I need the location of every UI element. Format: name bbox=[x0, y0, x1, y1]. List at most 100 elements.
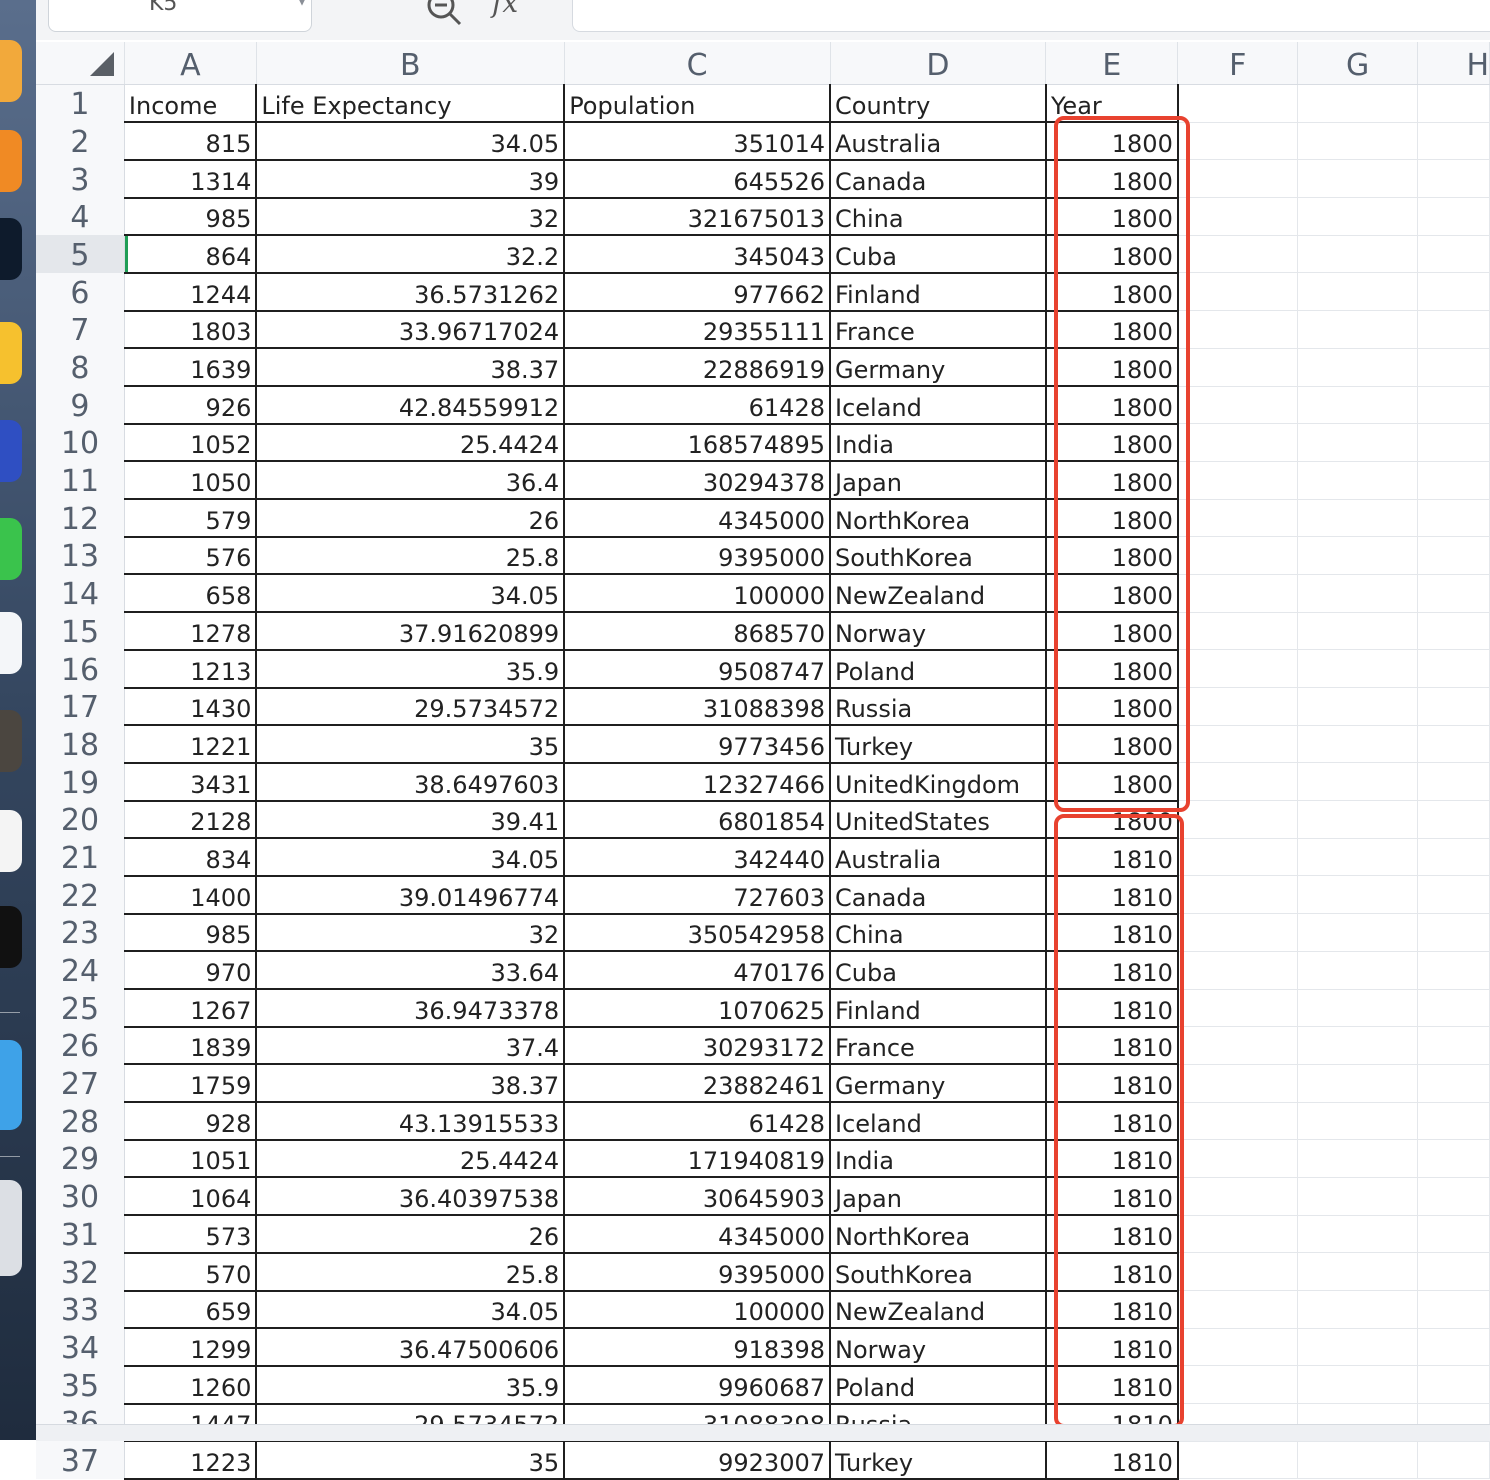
row-header[interactable]: 16 bbox=[36, 649, 125, 688]
dock-app-icon[interactable] bbox=[0, 612, 22, 674]
cell-income[interactable]: 985 bbox=[124, 197, 258, 237]
empty-cell[interactable] bbox=[1417, 1064, 1490, 1103]
empty-cell[interactable] bbox=[1417, 84, 1490, 123]
empty-cell[interactable] bbox=[1177, 612, 1299, 651]
cell-life-expectancy[interactable]: 36.40397538 bbox=[256, 1177, 566, 1217]
header-cell-year[interactable]: Year bbox=[1045, 84, 1179, 124]
cell-income[interactable]: 1314 bbox=[124, 159, 258, 199]
cell-country[interactable]: Japan bbox=[830, 1177, 1047, 1217]
column-header-b[interactable]: B bbox=[256, 42, 565, 85]
cell-population[interactable]: 727603 bbox=[564, 875, 831, 915]
dock-app-icon[interactable] bbox=[0, 906, 22, 968]
empty-cell[interactable] bbox=[1177, 1026, 1299, 1065]
empty-cell[interactable] bbox=[1417, 197, 1490, 236]
row-header[interactable]: 18 bbox=[36, 725, 125, 763]
cell-life-expectancy[interactable]: 34.05 bbox=[256, 574, 566, 614]
cell-country[interactable]: Canada bbox=[830, 159, 1047, 199]
cell-income[interactable]: 926 bbox=[124, 386, 258, 425]
empty-cell[interactable] bbox=[1417, 272, 1490, 312]
empty-cell[interactable] bbox=[1177, 1252, 1299, 1291]
cell-country[interactable]: Poland bbox=[830, 1365, 1047, 1405]
cell-population[interactable]: 9395000 bbox=[564, 1252, 831, 1292]
cell-population[interactable]: 171940819 bbox=[564, 1139, 831, 1179]
cell-income[interactable]: 1267 bbox=[124, 989, 258, 1028]
empty-cell[interactable] bbox=[1297, 1064, 1419, 1103]
cell-income[interactable]: 1839 bbox=[124, 1026, 258, 1066]
cell-life-expectancy[interactable]: 25.4424 bbox=[256, 423, 566, 463]
header-cell-income[interactable]: Income bbox=[124, 84, 258, 124]
cell-country[interactable]: NorthKorea bbox=[830, 1215, 1047, 1254]
cell-year[interactable]: 1800 bbox=[1045, 235, 1179, 274]
cell-country[interactable]: Germany bbox=[830, 1064, 1047, 1104]
cell-country[interactable]: Turkey bbox=[830, 725, 1047, 764]
cell-country[interactable]: Norway bbox=[830, 612, 1047, 651]
cell-life-expectancy[interactable]: 35 bbox=[256, 725, 566, 764]
row-header[interactable]: 10 bbox=[36, 423, 125, 462]
row-header[interactable]: 28 bbox=[36, 1102, 125, 1140]
cell-year[interactable]: 1800 bbox=[1045, 499, 1179, 538]
empty-cell[interactable] bbox=[1297, 84, 1419, 123]
cell-population[interactable]: 100000 bbox=[564, 574, 831, 614]
cell-year[interactable]: 1800 bbox=[1045, 159, 1179, 199]
cell-year[interactable]: 1800 bbox=[1045, 348, 1179, 387]
cell-country[interactable]: India bbox=[830, 1139, 1047, 1179]
dock-app-icon[interactable] bbox=[0, 218, 22, 280]
cell-year[interactable]: 1800 bbox=[1045, 536, 1179, 576]
empty-cell[interactable] bbox=[1417, 1290, 1490, 1329]
cell-life-expectancy[interactable]: 33.64 bbox=[256, 951, 566, 990]
empty-cell[interactable] bbox=[1417, 612, 1490, 651]
cell-income[interactable]: 573 bbox=[124, 1215, 258, 1254]
cell-life-expectancy[interactable]: 38.37 bbox=[256, 348, 566, 387]
cell-population[interactable]: 977662 bbox=[564, 272, 831, 312]
cell-country[interactable]: Iceland bbox=[830, 1102, 1047, 1141]
empty-cell[interactable] bbox=[1177, 649, 1299, 688]
cell-income[interactable]: 576 bbox=[124, 536, 258, 576]
dock-app-icon[interactable] bbox=[0, 130, 22, 192]
select-all-triangle-icon[interactable] bbox=[89, 52, 114, 76]
empty-cell[interactable] bbox=[1177, 725, 1299, 764]
cell-country[interactable]: Japan bbox=[830, 461, 1047, 501]
cell-year[interactable]: 1800 bbox=[1045, 197, 1179, 237]
cell-year[interactable]: 1810 bbox=[1045, 1102, 1179, 1141]
empty-cell[interactable] bbox=[1417, 423, 1490, 462]
row-header[interactable]: 29 bbox=[36, 1139, 125, 1178]
cell-population[interactable]: 61428 bbox=[564, 386, 831, 425]
row-header[interactable]: 25 bbox=[36, 989, 125, 1027]
cell-income[interactable]: 970 bbox=[124, 951, 258, 990]
name-box[interactable]: K5 ▼ bbox=[48, 0, 312, 32]
empty-cell[interactable] bbox=[1177, 197, 1299, 236]
empty-cell[interactable] bbox=[1297, 499, 1419, 538]
cell-year[interactable]: 1810 bbox=[1045, 989, 1179, 1028]
cell-country[interactable]: Poland bbox=[830, 649, 1047, 689]
cell-population[interactable]: 6801854 bbox=[564, 800, 831, 840]
dock-app-icon[interactable] bbox=[0, 710, 22, 772]
cell-life-expectancy[interactable]: 37.4 bbox=[256, 1026, 566, 1066]
empty-cell[interactable] bbox=[1177, 913, 1299, 952]
empty-cell[interactable] bbox=[1297, 762, 1419, 802]
empty-cell[interactable] bbox=[1177, 838, 1299, 877]
empty-cell[interactable] bbox=[1417, 1177, 1490, 1216]
cell-population[interactable]: 321675013 bbox=[564, 197, 831, 237]
empty-cell[interactable] bbox=[1417, 499, 1490, 538]
row-header[interactable]: 37 bbox=[36, 1441, 125, 1479]
empty-cell[interactable] bbox=[1177, 574, 1299, 613]
cell-country[interactable]: Norway bbox=[830, 1328, 1047, 1367]
cell-life-expectancy[interactable]: 35.9 bbox=[256, 1365, 566, 1405]
row-header[interactable]: 31 bbox=[36, 1215, 125, 1253]
cell-income[interactable]: 1260 bbox=[124, 1365, 258, 1405]
empty-cell[interactable] bbox=[1177, 1139, 1299, 1178]
empty-cell[interactable] bbox=[1177, 122, 1299, 161]
empty-cell[interactable] bbox=[1297, 1290, 1419, 1329]
empty-cell[interactable] bbox=[1177, 1328, 1299, 1367]
cell-income[interactable]: 1244 bbox=[124, 272, 258, 312]
cell-year[interactable]: 1810 bbox=[1045, 1290, 1179, 1330]
cell-year[interactable]: 1810 bbox=[1045, 1177, 1179, 1217]
empty-cell[interactable] bbox=[1177, 1441, 1299, 1480]
cell-life-expectancy[interactable]: 32 bbox=[256, 913, 566, 953]
empty-cell[interactable] bbox=[1177, 989, 1299, 1028]
cell-population[interactable]: 9395000 bbox=[564, 536, 831, 576]
cell-country[interactable]: Cuba bbox=[830, 951, 1047, 990]
empty-cell[interactable] bbox=[1297, 687, 1419, 726]
row-header[interactable]: 23 bbox=[36, 913, 125, 952]
cell-population[interactable]: 9508747 bbox=[564, 649, 831, 689]
